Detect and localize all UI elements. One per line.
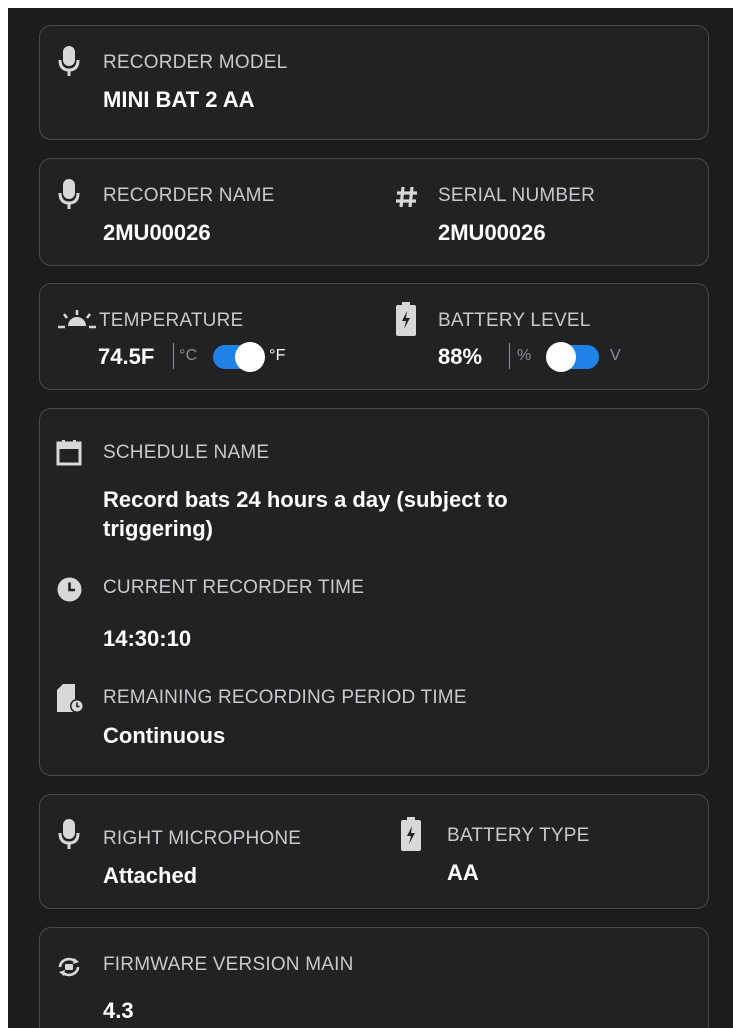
clock-icon xyxy=(57,577,82,602)
recorder-model-value: MINI BAT 2 AA xyxy=(103,87,255,112)
temperature-value: 74.5F xyxy=(98,344,155,369)
current-time-value: 14:30:10 xyxy=(103,626,192,651)
serial-number-label: SERIAL NUMBER xyxy=(438,185,596,206)
battery-type-value: AA xyxy=(447,860,479,885)
temperature-unit-toggle[interactable] xyxy=(213,342,265,372)
battery-level-label: BATTERY LEVEL xyxy=(438,310,591,331)
recorder-details-screen: RECORDER MODEL MINI BAT 2 AA RECORDER NA… xyxy=(8,8,733,1028)
firmware-sync-icon xyxy=(58,957,80,977)
right-microphone-value: Attached xyxy=(103,863,198,888)
temperature-unit-c[interactable]: °C xyxy=(179,347,197,365)
recorder-identity-card: RECORDER NAME 2MU00026 SERIAL NUMBER 2MU… xyxy=(39,158,709,266)
schedule-card: SCHEDULE NAME Record bats 24 hours a day… xyxy=(39,408,709,776)
toggle-knob xyxy=(546,342,576,372)
right-microphone-label: RIGHT MICROPHONE xyxy=(103,828,302,849)
firmware-label: FIRMWARE VERSION MAIN xyxy=(103,954,354,975)
battery-level-value: 88% xyxy=(438,344,483,369)
recorder-name-label: RECORDER NAME xyxy=(103,185,275,206)
mic-icon xyxy=(58,46,80,76)
remaining-time-label: REMAINING RECORDING PERIOD TIME xyxy=(103,687,467,708)
sd-card-clock-icon xyxy=(57,684,84,713)
temperature-divider xyxy=(173,343,174,369)
mic-icon xyxy=(58,179,80,209)
hash-icon xyxy=(396,186,417,208)
firmware-value: 4.3 xyxy=(103,998,134,1023)
calendar-icon xyxy=(56,440,82,466)
battery-unit-volts[interactable]: V xyxy=(610,347,621,365)
sunrise-icon xyxy=(58,310,96,329)
recorder-name-value: 2MU00026 xyxy=(103,220,211,245)
sensor-card: TEMPERATURE 74.5F °C °F BATTERY LEVEL 88… xyxy=(39,283,709,390)
temperature-label: TEMPERATURE xyxy=(99,310,244,331)
battery-icon xyxy=(396,302,416,336)
battery-unit-percent[interactable]: % xyxy=(517,347,531,365)
current-time-label: CURRENT RECORDER TIME xyxy=(103,577,365,598)
battery-icon xyxy=(401,817,421,851)
temperature-unit-f[interactable]: °F xyxy=(269,347,286,365)
battery-unit-toggle[interactable] xyxy=(546,342,599,372)
hardware-card: RIGHT MICROPHONE Attached BATTERY TYPE A… xyxy=(39,794,709,909)
recorder-model-label: RECORDER MODEL xyxy=(103,52,288,73)
recorder-model-card: RECORDER MODEL MINI BAT 2 AA xyxy=(39,25,709,140)
mic-icon xyxy=(58,819,80,849)
battery-level-divider xyxy=(509,343,510,369)
schedule-name-label: SCHEDULE NAME xyxy=(103,442,270,463)
serial-number-value: 2MU00026 xyxy=(438,220,546,245)
firmware-card: FIRMWARE VERSION MAIN 4.3 xyxy=(39,927,709,1028)
remaining-time-value: Continuous xyxy=(103,723,226,748)
schedule-name-value: Record bats 24 hours a day (subject to t… xyxy=(103,487,508,541)
battery-type-label: BATTERY TYPE xyxy=(447,825,590,846)
toggle-knob xyxy=(235,342,265,372)
